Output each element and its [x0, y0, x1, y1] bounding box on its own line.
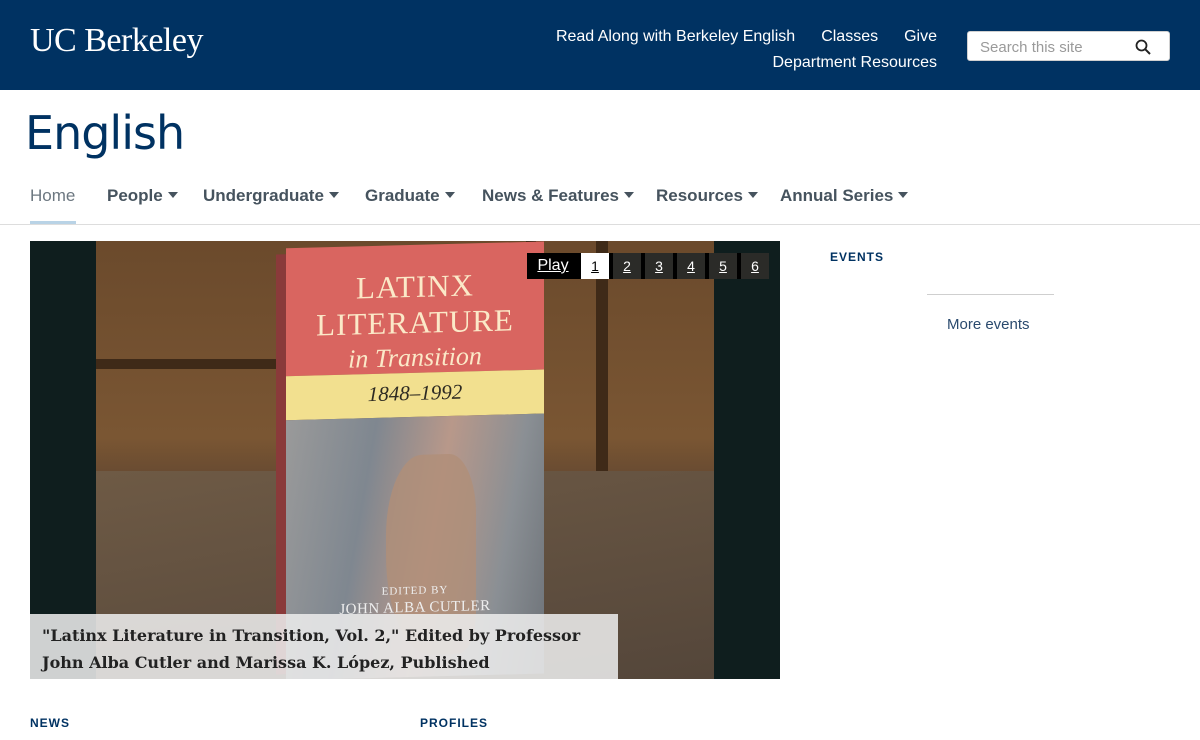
more-events-link[interactable]: More events [947, 316, 1030, 333]
events-heading: EVENTS [830, 250, 885, 264]
search-box [967, 31, 1170, 61]
caret-down-icon [624, 191, 634, 198]
nav-label: Graduate [365, 186, 440, 205]
news-heading: NEWS [30, 716, 70, 730]
top-bar: UC Berkeley Read Along with Berkeley Eng… [0, 0, 1200, 90]
slideshow-controls: Play 1 2 3 4 5 6 [527, 253, 769, 279]
nav-label: Resources [656, 186, 743, 205]
utility-links: Read Along with Berkeley English Classes G… [517, 24, 937, 76]
slide-caption[interactable]: "Latinx Literature in Transition, Vol. 2… [30, 614, 618, 679]
link-read-along[interactable]: Read Along with Berkeley English [556, 28, 795, 45]
featured-slideshow[interactable]: LATINX LITERATURE in Transition 1848–199… [30, 241, 780, 679]
caret-down-icon [747, 191, 758, 198]
nav-label: People [107, 186, 163, 205]
play-button[interactable]: Play [527, 253, 577, 279]
nav-resources[interactable]: Resources [656, 186, 758, 206]
nav-annual-series[interactable]: Annual Series [780, 186, 909, 206]
slide-page-button[interactable]: 1 [579, 253, 609, 279]
link-department-resources[interactable]: Department Resources [772, 54, 937, 71]
caret-down-icon [167, 191, 178, 198]
book-title-line: LITERATURE [316, 302, 514, 343]
nav-undergraduate[interactable]: Undergraduate [203, 186, 339, 206]
slide-page-button[interactable]: 2 [611, 253, 641, 279]
nav-graduate[interactable]: Graduate [365, 186, 455, 206]
profiles-heading: PROFILES [420, 716, 489, 730]
caret-down-icon [444, 191, 455, 198]
main-navigation: Home People Undergraduate Graduate News … [0, 176, 1200, 225]
nav-label: Undergraduate [203, 186, 324, 205]
nav-active-indicator [30, 221, 76, 224]
site-title[interactable]: English [25, 106, 185, 160]
caret-down-icon [898, 191, 909, 198]
nav-label: News & Features [482, 186, 619, 205]
nav-home[interactable]: Home [30, 186, 75, 206]
nav-news-features[interactable]: News & Features [482, 186, 634, 206]
nav-people[interactable]: People [107, 186, 178, 206]
link-give[interactable]: Give [904, 28, 937, 45]
slide-page-button[interactable]: 5 [707, 253, 737, 279]
nav-label: Home [30, 186, 76, 205]
divider [927, 294, 1054, 295]
search-icon[interactable] [1135, 39, 1151, 55]
slide-page-button[interactable]: 3 [643, 253, 673, 279]
link-classes[interactable]: Classes [821, 28, 878, 45]
nav-label: Annual Series [780, 186, 894, 205]
book-cover: LATINX LITERATURE in Transition 1848–199… [276, 241, 546, 679]
slide-page-button[interactable]: 6 [739, 253, 769, 279]
uc-berkeley-logo[interactable]: UC Berkeley [30, 22, 203, 60]
caret-down-icon [328, 191, 339, 198]
search-input[interactable] [980, 37, 1130, 57]
slide-page-button[interactable]: 4 [675, 253, 705, 279]
shelf-decoration [96, 359, 276, 369]
